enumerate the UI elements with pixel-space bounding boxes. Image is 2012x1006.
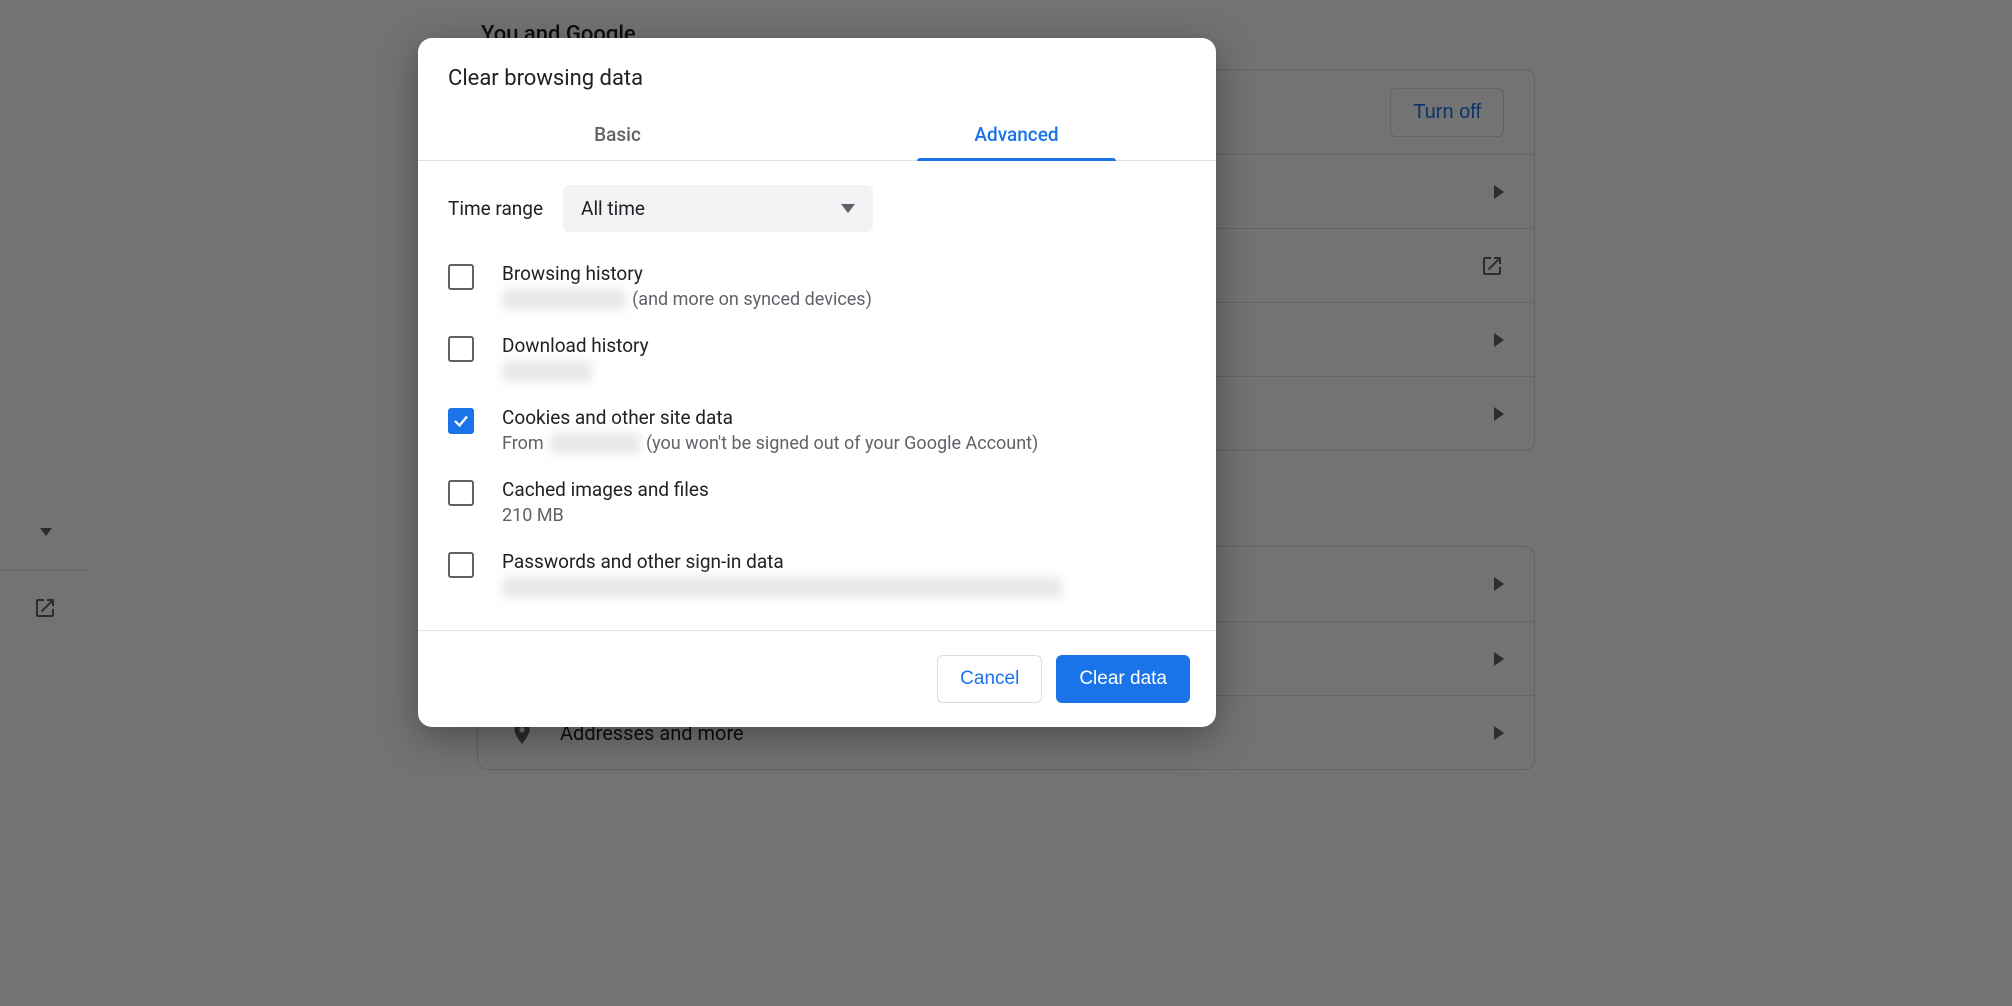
option-passwords[interactable]: Passwords and other sign-in data XXXXXXX… [448,538,1186,610]
redacted-text: XXXXXXXX [550,433,640,454]
checkbox-cache[interactable] [448,480,474,506]
option-subtitle-prefix: From [502,433,544,454]
option-title: Browsing history [502,262,872,285]
time-range-row: Time range All time [448,185,1186,232]
time-range-select[interactable]: All time [563,185,873,232]
checkbox-download-history[interactable] [448,336,474,362]
option-subtitle: XXXXXXXX [502,361,649,382]
option-subtitle: XXXXXXXXXXX (and more on synced devices) [502,289,872,310]
dialog-body: Time range All time Browsing history XXX… [418,161,1216,630]
checkbox-passwords[interactable] [448,552,474,578]
redacted-text: XXXXXXXXXXXXXXXXXXXXXXXXXXXXXXXXXXXXXXXX… [502,577,1062,598]
dropdown-caret-icon [841,204,855,213]
checkbox-browsing-history[interactable] [448,264,474,290]
option-subtitle: From XXXXXXXX (you won't be signed out o… [502,433,1038,454]
option-title: Cached images and files [502,478,709,501]
option-subtitle: 210 MB [502,505,709,526]
option-subtitle-suffix: (you won't be signed out of your Google … [646,433,1038,454]
option-browsing-history[interactable]: Browsing history XXXXXXXXXXX (and more o… [448,250,1186,322]
checkbox-cookies[interactable] [448,408,474,434]
option-download-history[interactable]: Download history XXXXXXXX [448,322,1186,394]
option-subtitle: XXXXXXXXXXXXXXXXXXXXXXXXXXXXXXXXXXXXXXXX… [502,577,1062,598]
time-range-label: Time range [448,197,543,220]
cancel-button[interactable]: Cancel [937,655,1042,703]
option-cache[interactable]: Cached images and files 210 MB [448,466,1186,538]
option-title: Passwords and other sign-in data [502,550,1062,573]
option-cookies[interactable]: Cookies and other site data From XXXXXXX… [448,394,1186,466]
dialog-footer: Cancel Clear data [418,630,1216,727]
option-subtitle-suffix: (and more on synced devices) [632,289,872,310]
tab-advanced[interactable]: Advanced [817,111,1216,160]
time-range-value: All time [581,197,645,220]
option-title: Download history [502,334,649,357]
redacted-text: XXXXXXXX [502,361,592,382]
option-title: Cookies and other site data [502,406,1038,429]
tab-basic[interactable]: Basic [418,111,817,160]
dialog-title: Clear browsing data [418,38,1216,111]
dialog-tabs: Basic Advanced [418,111,1216,161]
clear-data-button[interactable]: Clear data [1056,655,1190,703]
clear-browsing-data-dialog: Clear browsing data Basic Advanced Time … [418,38,1216,727]
redacted-text: XXXXXXXXXXX [502,289,626,310]
